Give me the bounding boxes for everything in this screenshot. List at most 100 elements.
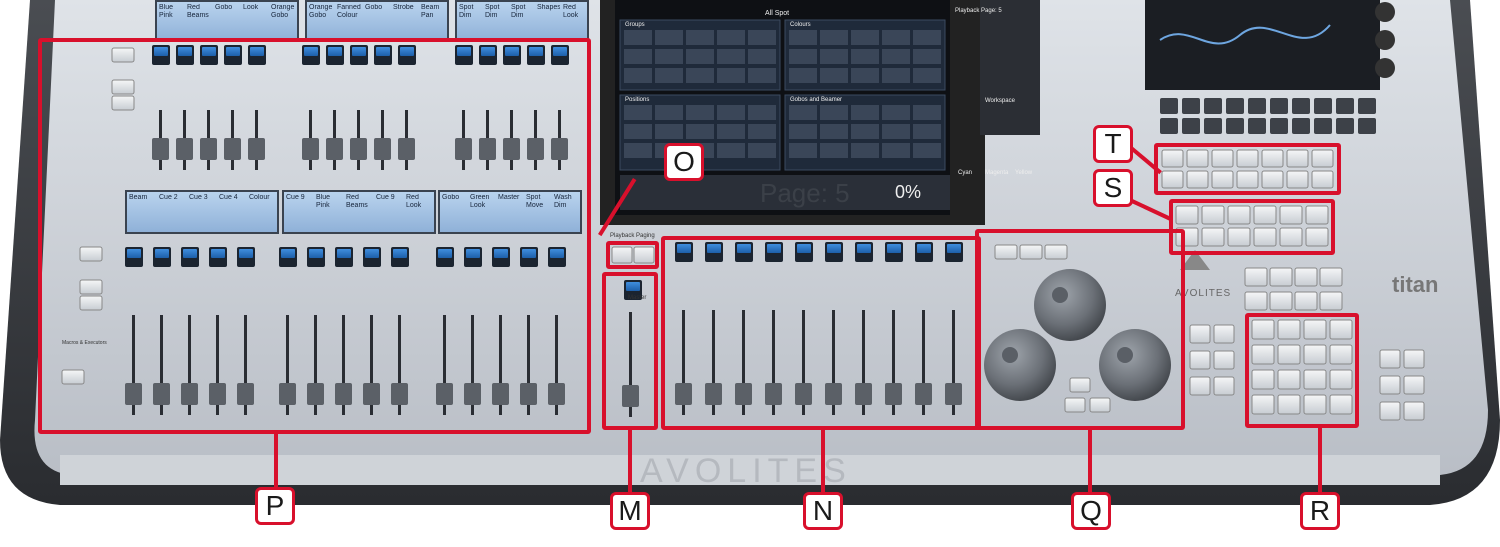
screen-tile bbox=[748, 105, 776, 120]
right-key[interactable] bbox=[1403, 375, 1425, 395]
workspace-button[interactable] bbox=[1336, 118, 1354, 134]
screen-tile bbox=[717, 143, 745, 158]
lcd-cell-label: Orange Gobo bbox=[309, 4, 333, 19]
screen-tile bbox=[882, 143, 910, 158]
screen-tile bbox=[913, 105, 941, 120]
callout-t: T bbox=[1093, 125, 1133, 163]
colour-tab-yellow[interactable]: Yellow bbox=[1015, 170, 1032, 176]
workspace-button[interactable] bbox=[1182, 118, 1200, 134]
workspace-button[interactable] bbox=[1358, 98, 1376, 114]
right-key[interactable] bbox=[1379, 375, 1401, 395]
workspace-button[interactable] bbox=[1204, 118, 1222, 134]
macro-key[interactable] bbox=[1244, 291, 1268, 311]
screen-tile bbox=[820, 105, 848, 120]
screen-tile bbox=[913, 49, 941, 64]
workspace-button[interactable] bbox=[1204, 98, 1222, 114]
screen-tile bbox=[717, 105, 745, 120]
screen-tile bbox=[748, 68, 776, 83]
lcd-cell-label: Gobo bbox=[215, 4, 233, 11]
screen-panel-groups: Groups bbox=[625, 22, 645, 28]
screen-tile bbox=[851, 30, 879, 45]
leader-r bbox=[1318, 426, 1322, 492]
lcd-cell-label: Red Look bbox=[563, 4, 579, 19]
workspace-button[interactable] bbox=[1160, 118, 1178, 134]
footer-brand: AVOLITES bbox=[640, 452, 852, 490]
lcd-cell-label: Shapes bbox=[537, 4, 560, 11]
lcd-cell-label: Gobo bbox=[365, 4, 383, 11]
workspace-button[interactable] bbox=[1292, 98, 1310, 114]
right-key[interactable] bbox=[1403, 349, 1425, 369]
macro-key[interactable] bbox=[1294, 291, 1318, 311]
workspace-button[interactable] bbox=[1270, 118, 1288, 134]
callout-q: Q bbox=[1071, 492, 1111, 530]
screen-tile bbox=[851, 68, 879, 83]
side-key[interactable] bbox=[1189, 324, 1211, 344]
screen-tile bbox=[913, 30, 941, 45]
workspace-button[interactable] bbox=[1314, 98, 1332, 114]
side-key[interactable] bbox=[1213, 376, 1235, 396]
screen-tile bbox=[655, 49, 683, 64]
workspace-button[interactable] bbox=[1358, 118, 1376, 134]
highlight-q bbox=[975, 229, 1185, 430]
macro-key[interactable] bbox=[1269, 267, 1293, 287]
screen-page-label: Page: 5 bbox=[760, 178, 850, 208]
callout-p: P bbox=[255, 487, 295, 525]
screen-tile bbox=[655, 30, 683, 45]
side-key[interactable] bbox=[1213, 350, 1235, 370]
lcd-cell-label: Red Beams bbox=[187, 4, 209, 19]
screen-tile bbox=[789, 49, 817, 64]
workspace-button[interactable] bbox=[1336, 98, 1354, 114]
side-key[interactable] bbox=[1189, 350, 1211, 370]
callout-r: R bbox=[1300, 492, 1340, 530]
workspace-button[interactable] bbox=[1226, 118, 1244, 134]
lcd-cell-label: Orange Gobo bbox=[271, 4, 295, 19]
callout-o: O bbox=[664, 143, 704, 181]
leader-n bbox=[821, 428, 825, 492]
right-key[interactable] bbox=[1403, 401, 1425, 421]
workspace-button[interactable] bbox=[1248, 98, 1266, 114]
screen-tile bbox=[748, 143, 776, 158]
screen-tile bbox=[748, 124, 776, 139]
screen-tile bbox=[686, 105, 714, 120]
side-key[interactable] bbox=[1213, 324, 1235, 344]
right-key[interactable] bbox=[1379, 349, 1401, 369]
screen-tile bbox=[655, 105, 683, 120]
screen-tile bbox=[686, 49, 714, 64]
side-screen-buttons bbox=[980, 0, 1040, 135]
lighting-console: Blue Pink Red Beams Gobo Look Orange Gobo Ora… bbox=[0, 0, 1500, 547]
callout-n: N bbox=[803, 492, 843, 530]
screen-tile bbox=[820, 68, 848, 83]
callout-s: S bbox=[1093, 169, 1133, 207]
screen-tab: All Spot bbox=[765, 10, 790, 17]
callout-m: M bbox=[610, 492, 650, 530]
workspace-button[interactable] bbox=[1314, 118, 1332, 134]
macro-key[interactable] bbox=[1244, 267, 1268, 287]
screen-tile bbox=[717, 68, 745, 83]
workspace-button[interactable] bbox=[1292, 118, 1310, 134]
lcd-cell-label: Spot Dim bbox=[485, 4, 500, 19]
macro-key[interactable] bbox=[1294, 267, 1318, 287]
colour-tab-cyan[interactable]: Cyan bbox=[958, 170, 972, 176]
screen-tile bbox=[748, 49, 776, 64]
screen-tile bbox=[882, 30, 910, 45]
workspace-button[interactable] bbox=[1248, 118, 1266, 134]
screen-tile bbox=[655, 68, 683, 83]
screen-tile bbox=[882, 124, 910, 139]
lcd-cell-label: Spot Dim bbox=[511, 4, 526, 19]
screen-tile bbox=[624, 124, 652, 139]
macro-key[interactable] bbox=[1269, 291, 1293, 311]
screen-tile bbox=[748, 30, 776, 45]
workspace-button[interactable] bbox=[1270, 98, 1288, 114]
screen-tile bbox=[789, 30, 817, 45]
workspace-button[interactable] bbox=[1160, 98, 1178, 114]
right-key[interactable] bbox=[1379, 401, 1401, 421]
screen-tile bbox=[686, 30, 714, 45]
screen-tile bbox=[851, 105, 879, 120]
screen-tile bbox=[624, 68, 652, 83]
side-key[interactable] bbox=[1189, 376, 1211, 396]
workspace-button[interactable] bbox=[1182, 98, 1200, 114]
macro-key[interactable] bbox=[1319, 291, 1343, 311]
colour-tab-magenta[interactable]: Magenta bbox=[985, 170, 1008, 176]
workspace-button[interactable] bbox=[1226, 98, 1244, 114]
macro-key[interactable] bbox=[1319, 267, 1343, 287]
